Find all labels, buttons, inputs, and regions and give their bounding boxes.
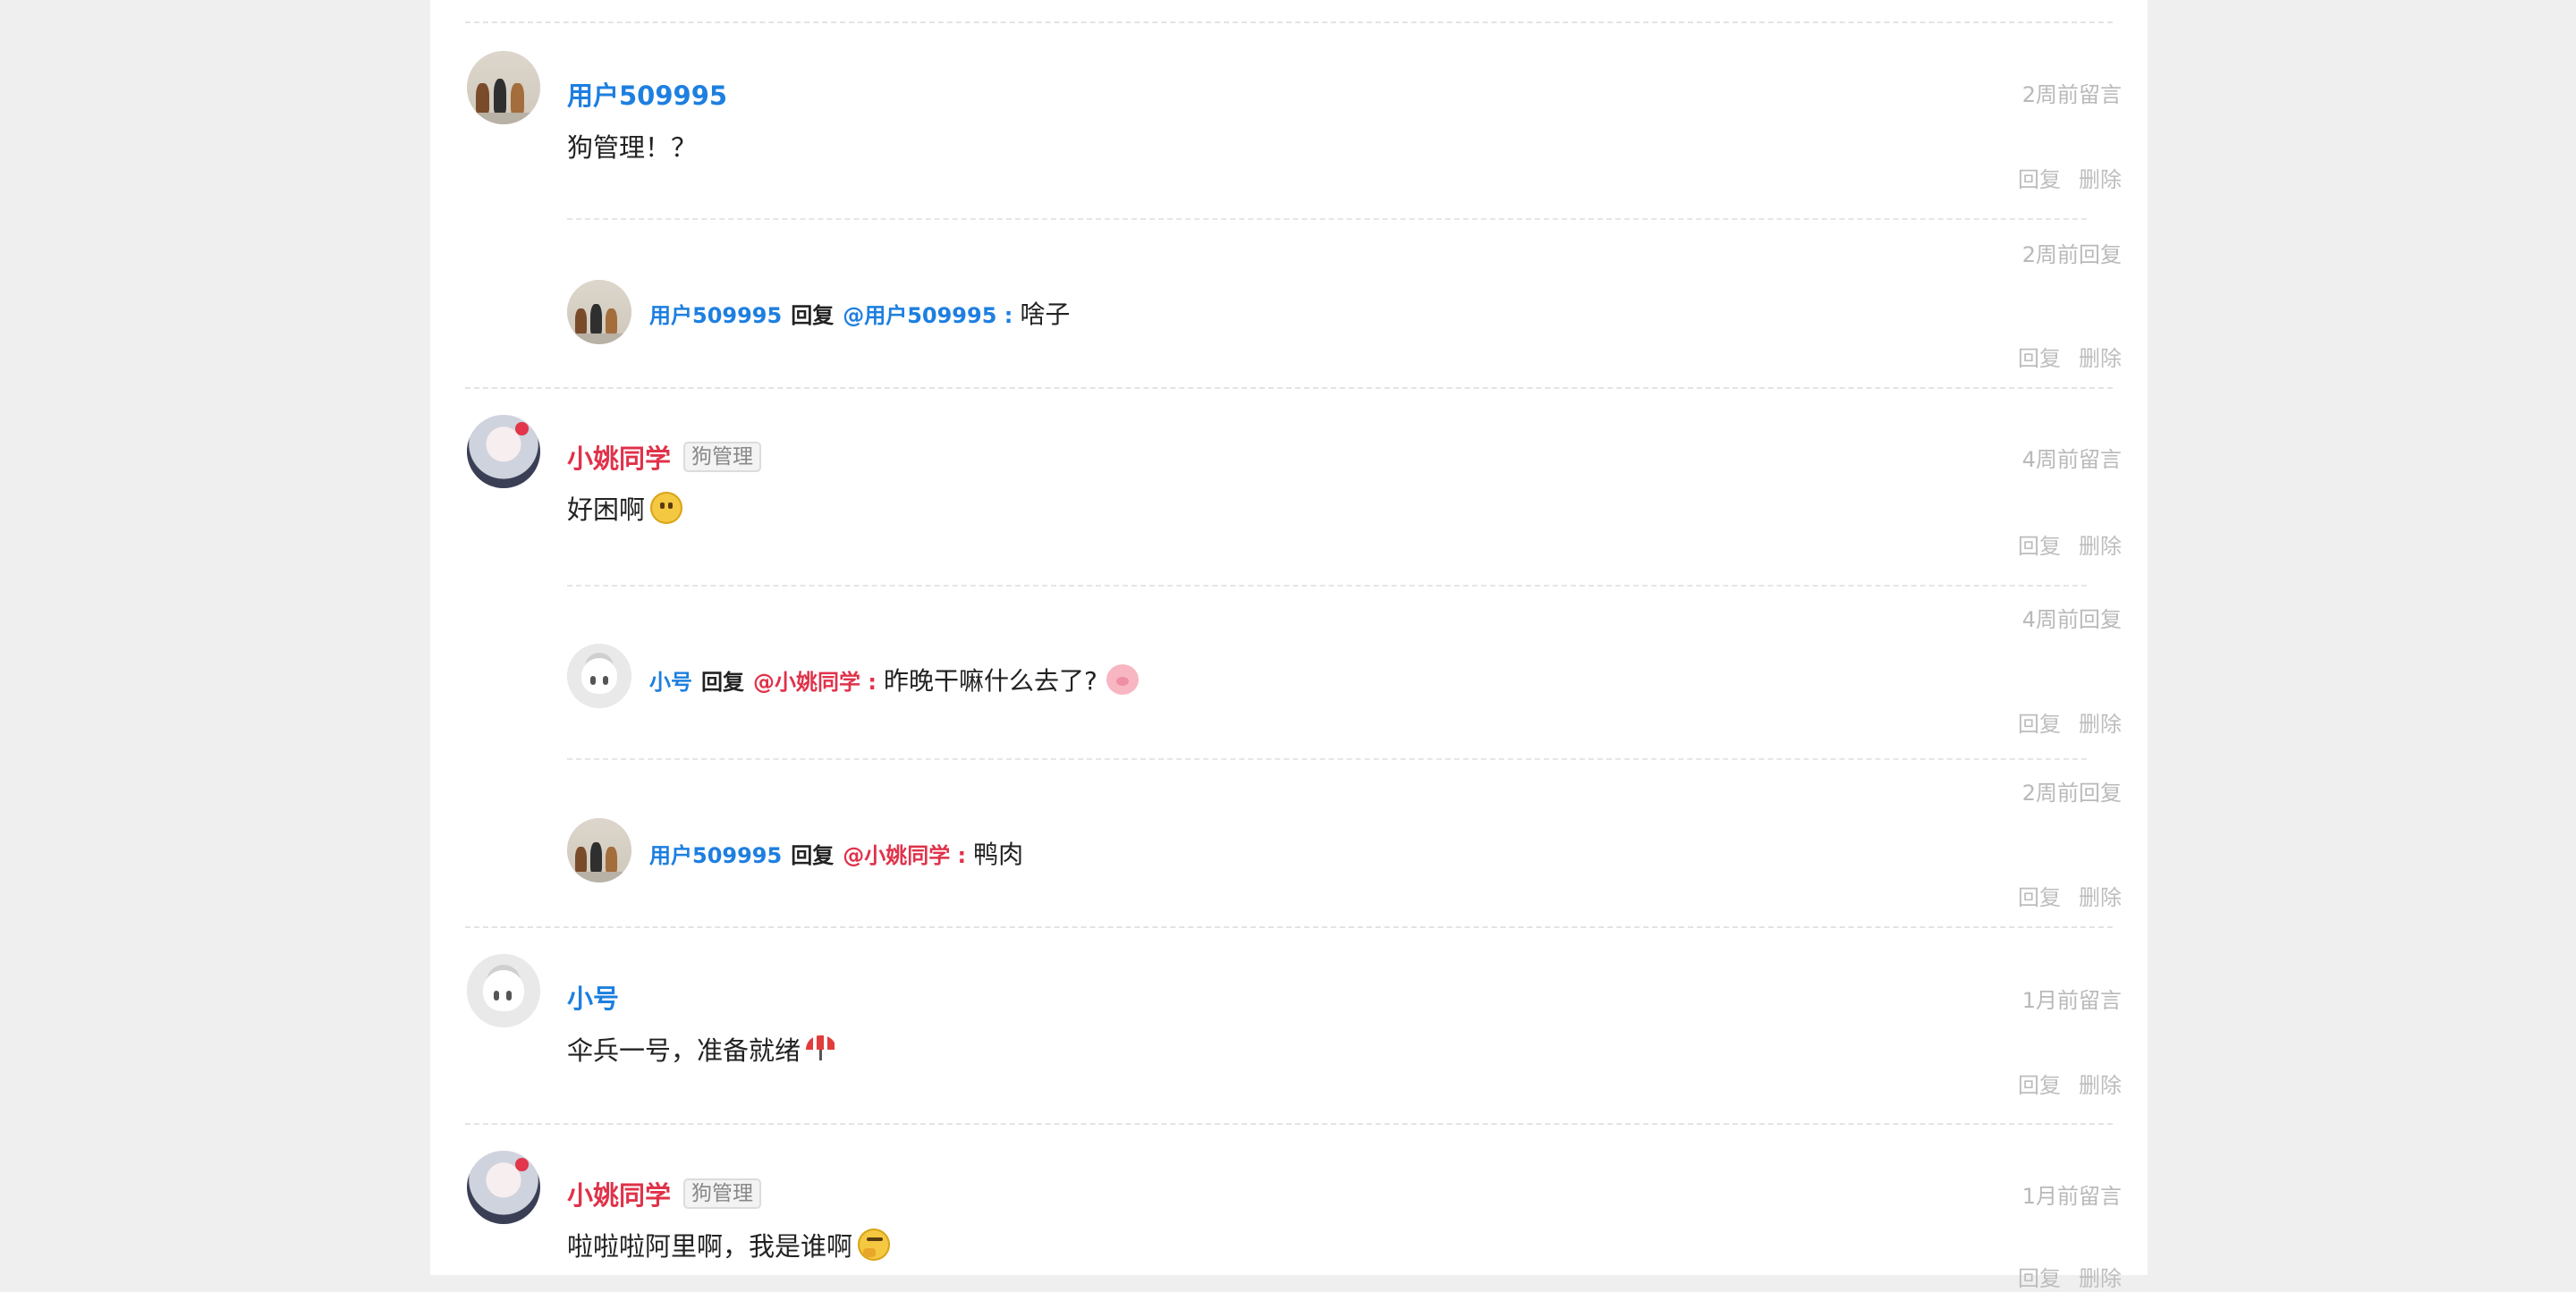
comment-header: 小姚同学 狗管理 <box>567 438 762 476</box>
reply-actions: 回复 删除 <box>2018 880 2122 911</box>
reply-username[interactable]: 小号 <box>649 664 692 696</box>
confused-face-icon <box>650 492 683 524</box>
reply-button[interactable]: 回复 <box>2018 341 2061 372</box>
reply-username[interactable]: 用户509995 <box>649 838 782 869</box>
username[interactable]: 小姚同学 <box>567 1175 671 1212</box>
reply-actions: 回复 删除 <box>2018 706 2122 738</box>
comment-time: 2周前留言 <box>2021 82 2122 107</box>
comment-time: 1月前留言 <box>2021 988 2122 1013</box>
comment-text: 啦啦啦阿里啊，我是谁啊 <box>567 1226 891 1263</box>
comment-text-content: 伞兵一号，准备就绪 <box>567 1035 801 1066</box>
comment-text: 伞兵一号，准备就绪 <box>567 1030 837 1068</box>
avatar[interactable] <box>467 954 540 1027</box>
divider <box>465 21 2113 23</box>
figures-avatar-image <box>567 280 631 344</box>
reply-time: 2周前回复 <box>2021 242 2122 267</box>
username[interactable]: 小姚同学 <box>567 438 671 476</box>
reply-button[interactable]: 回复 <box>2018 1068 2061 1099</box>
comment-actions: 回复 删除 <box>2018 1261 2122 1292</box>
avatar[interactable] <box>567 644 631 708</box>
divider <box>465 1123 2113 1125</box>
reply-button[interactable]: 回复 <box>2018 706 2061 738</box>
delete-button[interactable]: 删除 <box>2079 706 2122 738</box>
reply-time: 2周前回复 <box>2021 781 2122 806</box>
divider <box>567 218 2087 220</box>
delete-button[interactable]: 删除 <box>2079 1261 2122 1292</box>
pig-face-icon <box>1106 664 1139 695</box>
reply-line: 小号 回复 @小姚同学 : 昨晚干嘛什么去了? <box>649 662 1139 697</box>
figures-avatar-image <box>467 51 540 124</box>
delete-button[interactable]: 删除 <box>2079 341 2122 372</box>
reply-line: 用户509995 回复 @小姚同学 : 鸭肉 <box>649 835 1023 871</box>
thinking-face-icon <box>858 1229 891 1261</box>
reply-mention[interactable]: @小姚同学 : <box>753 664 877 696</box>
comment-actions: 回复 删除 <box>2018 162 2122 193</box>
comment-text: 好困啊 <box>567 489 683 527</box>
reply-text-content: 鸭肉 <box>973 840 1024 869</box>
reply-text-content: 啥子 <box>1020 300 1071 329</box>
comment-text-content: 好困啊 <box>567 494 646 525</box>
default-avatar-image <box>567 644 631 708</box>
reply-line: 用户509995 回复 @用户509995 : 啥子 <box>649 295 1070 331</box>
role-badge: 狗管理 <box>683 442 762 472</box>
avatar[interactable] <box>567 280 631 344</box>
comment-header: 小姚同学 狗管理 <box>567 1175 762 1212</box>
delete-button[interactable]: 删除 <box>2079 162 2122 193</box>
reply-mention[interactable]: @小姚同学 : <box>843 838 966 869</box>
avatar[interactable] <box>467 415 540 488</box>
anime-avatar-image <box>467 415 540 488</box>
reply-keyword: 回复 <box>791 302 835 328</box>
divider <box>567 585 2087 587</box>
reply-keyword: 回复 <box>701 669 744 695</box>
reply-text-content: 昨晚干嘛什么去了? <box>883 666 1097 696</box>
reply-text: 昨晚干嘛什么去了? <box>884 662 1139 697</box>
comment-actions: 回复 删除 <box>2018 528 2122 560</box>
comment-text-content: 啦啦啦阿里啊，我是谁啊 <box>567 1231 853 1262</box>
divider <box>465 387 2113 389</box>
divider <box>567 758 2087 760</box>
comment-actions: 回复 删除 <box>2018 1068 2122 1099</box>
role-badge: 狗管理 <box>683 1178 762 1209</box>
beach-umbrella-icon <box>806 1035 837 1062</box>
delete-button[interactable]: 删除 <box>2079 1068 2122 1099</box>
comment-panel: 用户509995 2周前留言 狗管理！？ 回复 删除 2周前回复 用户50999… <box>430 0 2148 1291</box>
comment-text-content: 狗管理！？ <box>567 132 698 163</box>
comment-text: 狗管理！？ <box>567 127 697 165</box>
reply-button[interactable]: 回复 <box>2018 162 2061 193</box>
default-avatar-image <box>467 954 540 1027</box>
username[interactable]: 用户509995 <box>567 75 727 113</box>
reply-button[interactable]: 回复 <box>2018 880 2061 911</box>
delete-button[interactable]: 删除 <box>2079 528 2122 560</box>
username[interactable]: 小号 <box>567 978 619 1016</box>
comment-time: 1月前留言 <box>2021 1184 2122 1209</box>
avatar[interactable] <box>467 1151 540 1224</box>
reply-text: 啥子 <box>1020 295 1070 331</box>
avatar[interactable] <box>467 51 540 124</box>
reply-username[interactable]: 用户509995 <box>649 298 782 329</box>
reply-button[interactable]: 回复 <box>2018 528 2061 560</box>
comment-header: 用户509995 <box>567 75 727 113</box>
figures-avatar-image <box>567 818 631 882</box>
reply-text: 鸭肉 <box>973 835 1023 871</box>
comment-time: 4周前留言 <box>2021 447 2122 472</box>
reply-mention[interactable]: @用户509995 : <box>843 298 1013 329</box>
avatar[interactable] <box>567 818 631 882</box>
reply-keyword: 回复 <box>791 842 835 868</box>
anime-avatar-image <box>467 1151 540 1224</box>
reply-time: 4周前回复 <box>2021 607 2122 632</box>
divider <box>465 926 2113 928</box>
reply-button[interactable]: 回复 <box>2018 1261 2061 1292</box>
delete-button[interactable]: 删除 <box>2079 880 2122 911</box>
comment-header: 小号 <box>567 978 619 1016</box>
reply-actions: 回复 删除 <box>2018 341 2122 372</box>
